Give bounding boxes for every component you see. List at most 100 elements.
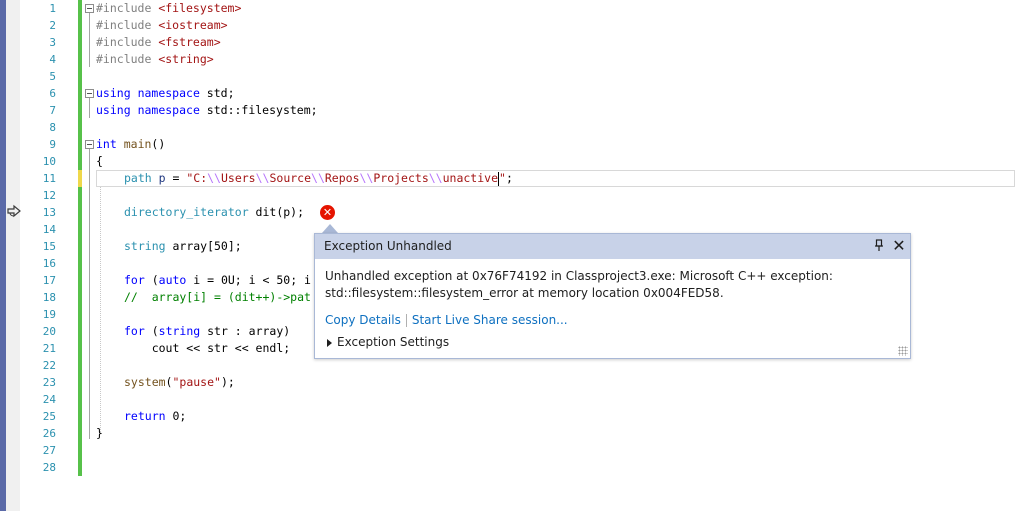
line-number: 6 — [49, 87, 56, 100]
change-bar — [78, 272, 82, 289]
line-number: 11 — [42, 172, 56, 185]
pin-icon[interactable] — [873, 239, 885, 253]
line-number: 21 — [42, 342, 56, 355]
change-bar-unsaved — [78, 170, 82, 187]
start-live-share-link[interactable]: Start Live Share session... — [412, 313, 568, 327]
code-text: { — [96, 154, 103, 168]
code-line-5[interactable]: 5 — [0, 68, 1015, 85]
change-bar — [78, 221, 82, 238]
code-text: using namespace std; — [96, 86, 235, 100]
code-line-28[interactable]: 28 — [0, 459, 1015, 476]
line-number: 2 — [49, 19, 56, 32]
change-bar — [78, 323, 82, 340]
change-bar — [78, 119, 82, 136]
code-text: using namespace std::filesystem; — [96, 103, 318, 117]
exception-message-line-2: std::filesystem::filesystem_error at mem… — [325, 286, 724, 300]
code-text: #include <fstream> — [96, 35, 221, 49]
change-bar — [78, 459, 82, 476]
code-text: } — [96, 426, 103, 440]
code-line-22[interactable]: 22 — [0, 357, 1015, 374]
change-bar — [78, 255, 82, 272]
change-bar — [78, 102, 82, 119]
pin-icon-shape — [875, 239, 883, 251]
exception-message: Unhandled exception at 0x76F74192 in Cla… — [325, 268, 900, 302]
code-line-25[interactable]: 25 return 0; — [0, 408, 1015, 425]
code-text: for (auto i = 0U; i < 50; i — [124, 273, 311, 287]
code-line-10[interactable]: 10 { — [0, 153, 1015, 170]
fold-toggle[interactable] — [85, 140, 94, 149]
change-bar — [78, 153, 82, 170]
line-number: 18 — [42, 291, 56, 304]
code-line-3[interactable]: 3 #include <fstream> — [0, 34, 1015, 51]
change-bar — [78, 136, 82, 153]
code-line-1[interactable]: 1 #include <filesystem> — [0, 0, 1015, 17]
code-text: path p = "C:\\Users\\Source\\Repos\\Proj… — [124, 171, 513, 186]
link-separator — [405, 314, 407, 327]
line-number: 28 — [42, 461, 56, 474]
code-text: system("pause"); — [124, 375, 235, 389]
code-line-2[interactable]: 2 #include <iostream> — [0, 17, 1015, 34]
code-text: #include <filesystem> — [96, 1, 242, 15]
code-line-9[interactable]: 9 int main() — [0, 136, 1015, 153]
code-line-26[interactable]: 26 } — [0, 425, 1015, 442]
exception-settings-expander[interactable]: Exception Settings — [327, 334, 449, 350]
change-bar — [78, 340, 82, 357]
popup-actions: Copy Details Start Live Share session... — [325, 312, 568, 328]
popup-title: Exception Unhandled — [324, 239, 452, 253]
change-bar — [78, 68, 82, 85]
popup-pointer — [322, 224, 338, 233]
line-number: 19 — [42, 308, 56, 321]
code-text: cout << str << endl; — [124, 341, 291, 355]
code-line-23[interactable]: 23 system("pause"); — [0, 374, 1015, 391]
popup-header: Exception Unhandled ✕ — [315, 234, 910, 259]
line-number: 24 — [42, 393, 56, 406]
resize-grip-icon[interactable] — [898, 346, 908, 356]
exception-popup[interactable]: Exception Unhandled ✕ Unhandled exceptio… — [314, 233, 911, 359]
change-bar — [78, 34, 82, 51]
change-bar — [78, 357, 82, 374]
fold-toggle[interactable] — [85, 89, 94, 98]
change-bar — [78, 425, 82, 442]
code-editor[interactable]: 1 #include <filesystem> 2 #include <iost… — [0, 0, 1015, 511]
copy-details-link[interactable]: Copy Details — [325, 313, 401, 327]
code-text: int main() — [96, 137, 166, 151]
change-bar — [78, 442, 82, 459]
fold-toggle[interactable] — [85, 4, 94, 13]
code-text: string array[50]; — [124, 239, 242, 253]
code-line-24[interactable]: 24 — [0, 391, 1015, 408]
line-number: 7 — [49, 104, 56, 117]
code-line-7[interactable]: 7 using namespace std::filesystem; — [0, 102, 1015, 119]
exception-message-line-1: Unhandled exception at 0x76F74192 in Cla… — [325, 269, 833, 283]
line-number: 17 — [42, 274, 56, 287]
code-text: directory_iterator dit(p); — [124, 205, 305, 219]
line-number: 26 — [42, 427, 56, 440]
code-line-8[interactable]: 8 — [0, 119, 1015, 136]
code-line-4[interactable]: 4 #include <string> — [0, 51, 1015, 68]
change-bar — [78, 374, 82, 391]
line-number: 5 — [49, 70, 56, 83]
code-line-6[interactable]: 6 using namespace std; — [0, 85, 1015, 102]
code-line-12[interactable]: 12 — [0, 187, 1015, 204]
line-number: 8 — [49, 121, 56, 134]
line-number: 23 — [42, 376, 56, 389]
line-number: 10 — [42, 155, 56, 168]
error-icon[interactable]: ✕ — [320, 205, 335, 220]
line-number: 16 — [42, 257, 56, 270]
line-number: 3 — [49, 36, 56, 49]
change-bar — [78, 306, 82, 323]
line-number: 20 — [42, 325, 56, 338]
change-bar — [78, 17, 82, 34]
code-line-13[interactable]: 13 directory_iterator dit(p); — [0, 204, 1015, 221]
close-icon[interactable]: ✕ — [891, 237, 907, 255]
change-bar — [78, 238, 82, 255]
code-line-27[interactable]: 27 — [0, 442, 1015, 459]
code-text: #include <string> — [96, 52, 214, 66]
change-bar — [78, 51, 82, 68]
change-bar — [78, 289, 82, 306]
code-line-11[interactable]: 11 path p = "C:\\Users\\Source\\Repos\\P… — [0, 170, 1015, 187]
line-number: 27 — [42, 444, 56, 457]
line-number: 4 — [49, 53, 56, 66]
change-bar — [78, 85, 82, 102]
line-number: 1 — [49, 2, 56, 15]
change-bar — [78, 408, 82, 425]
